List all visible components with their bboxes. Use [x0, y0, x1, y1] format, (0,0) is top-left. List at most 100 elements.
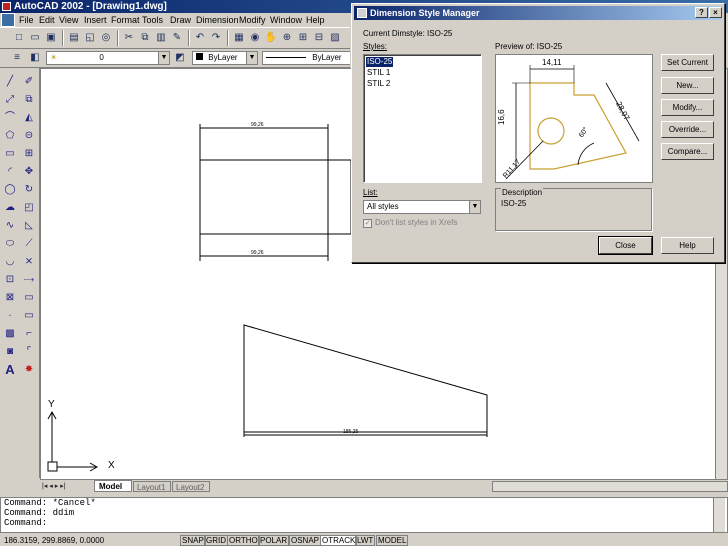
layer-select[interactable]: ☀ 0 ▼	[46, 51, 170, 65]
layer-manager-icon[interactable]: ≡	[10, 51, 24, 65]
command-prompt[interactable]: Command:	[4, 518, 727, 528]
chevron-down-icon[interactable]: ▼	[158, 52, 169, 64]
chevron-down-icon[interactable]: ▼	[246, 52, 257, 64]
revision-cloud-icon[interactable]: ☁	[2, 200, 18, 216]
polygon-icon[interactable]: ⬠	[2, 128, 18, 144]
hatch-icon[interactable]: ▩	[2, 326, 18, 342]
circle-icon[interactable]: ◯	[2, 182, 18, 198]
mirror-icon[interactable]: ◭	[21, 110, 37, 126]
zoom-realtime-icon[interactable]: ⊕	[280, 31, 294, 45]
open-file-icon[interactable]: ▭	[28, 31, 42, 45]
command-scrollbar[interactable]	[713, 498, 725, 532]
ellipse-icon[interactable]: ⬭	[2, 236, 18, 252]
zoom-window-icon[interactable]: ⊞	[296, 31, 310, 45]
cut-icon[interactable]: ✂	[122, 31, 136, 45]
override-button[interactable]: Override...	[661, 121, 714, 138]
chevron-down-icon[interactable]: ▼	[469, 201, 480, 213]
grid-toggle[interactable]: GRID	[204, 535, 228, 546]
array-icon[interactable]: ⊞	[21, 146, 37, 162]
chamfer-icon[interactable]: ⌐	[21, 326, 37, 342]
menu-edit[interactable]: Edit	[39, 13, 55, 27]
polyline-icon[interactable]: ⌒	[2, 110, 18, 126]
polar-toggle[interactable]: POLAR	[258, 535, 290, 546]
rectangle-icon[interactable]: ▭	[2, 146, 18, 162]
menu-draw[interactable]: Draw	[170, 13, 191, 27]
line-icon[interactable]: ╱	[2, 74, 18, 90]
zoom-previous-icon[interactable]: ⊟	[312, 31, 326, 45]
menu-format[interactable]: Format	[111, 13, 140, 27]
list-filter-select[interactable]: All styles ▼	[363, 200, 481, 214]
extend-icon[interactable]: ⤏	[21, 272, 37, 288]
menu-view[interactable]: View	[59, 13, 78, 27]
insert-block-icon[interactable]: ⊡	[2, 272, 18, 288]
xref-checkbox[interactable]: ✓	[363, 219, 372, 228]
copy-icon[interactable]: ⧉	[138, 31, 152, 45]
ortho-toggle[interactable]: ORTHO	[227, 535, 260, 546]
horizontal-scrollbar[interactable]	[492, 481, 728, 492]
set-current-button[interactable]: Set Current	[661, 54, 714, 71]
design-center-icon[interactable]: ▦	[232, 31, 246, 45]
list-item[interactable]: STIL 2	[366, 79, 391, 89]
layers-icon[interactable]: ◧	[28, 51, 42, 65]
copy-object-icon[interactable]: ⧉	[21, 92, 37, 108]
help-button[interactable]: Help	[661, 237, 714, 254]
lengthen-icon[interactable]: ⟋	[21, 236, 37, 252]
close-button[interactable]: Close	[598, 236, 653, 255]
menu-file[interactable]: File	[19, 13, 34, 27]
break-at-point-icon[interactable]: ▭	[21, 308, 37, 324]
ellipse-arc-icon[interactable]: ◡	[2, 254, 18, 270]
trim-icon[interactable]: ⨯	[21, 254, 37, 270]
find-icon[interactable]: ◎	[99, 31, 113, 45]
make-current-layer-icon[interactable]: ◩	[173, 51, 187, 65]
model-toggle[interactable]: MODEL	[376, 535, 409, 546]
snap-toggle[interactable]: SNAP	[180, 535, 206, 546]
color-select[interactable]: ByLayer ▼	[192, 51, 258, 65]
menu-tools[interactable]: Tools	[142, 13, 163, 27]
osnap-toggle[interactable]: OSNAP	[289, 535, 322, 546]
menu-help[interactable]: Help	[306, 13, 325, 27]
erase-icon[interactable]: ✐	[21, 74, 37, 90]
fillet-icon[interactable]: ⌜	[21, 344, 37, 360]
compare-button[interactable]: Compare...	[661, 143, 714, 160]
styles-list[interactable]: ISO-25 STIL 1 STIL 2	[363, 54, 482, 183]
break-icon[interactable]: ▭	[21, 290, 37, 306]
modify-button[interactable]: Modify...	[661, 99, 714, 116]
list-item[interactable]: STIL 1	[366, 68, 391, 78]
new-button[interactable]: New...	[661, 77, 714, 94]
list-item[interactable]: ISO-25	[366, 57, 394, 67]
spline-icon[interactable]: ∿	[2, 218, 18, 234]
tab-layout1[interactable]: Layout1	[133, 481, 171, 492]
close-icon[interactable]: ×	[709, 7, 722, 18]
save-icon[interactable]: ▣	[44, 31, 58, 45]
command-window[interactable]: Command: *Cancel* Command: ddim Command:	[0, 497, 728, 533]
menu-insert[interactable]: Insert	[84, 13, 107, 27]
new-file-icon[interactable]: □	[12, 31, 26, 45]
multiline-text-icon[interactable]: A	[2, 362, 18, 378]
scale-icon[interactable]: ◰	[21, 200, 37, 216]
tab-layout2[interactable]: Layout2	[172, 481, 210, 492]
explode-icon[interactable]: ✸	[21, 362, 37, 378]
print-preview-icon[interactable]: ◱	[83, 31, 97, 45]
make-block-icon[interactable]: ⊠	[2, 290, 18, 306]
menu-modify[interactable]: Modify	[239, 13, 266, 27]
redo-icon[interactable]: ↷	[209, 31, 223, 45]
match-properties-icon[interactable]: ✎	[170, 31, 184, 45]
rotate-icon[interactable]: ↻	[21, 182, 37, 198]
browser-icon[interactable]: ◉	[248, 31, 262, 45]
move-icon[interactable]: ✥	[21, 164, 37, 180]
offset-icon[interactable]: ⊝	[21, 128, 37, 144]
otrack-toggle[interactable]: OTRACK	[320, 535, 358, 546]
pan-icon[interactable]: ✋	[264, 31, 278, 45]
print-icon[interactable]: ▤	[67, 31, 81, 45]
tab-navigation-arrows[interactable]: |◂ ◂ ▸ ▸|	[42, 481, 86, 492]
menu-window[interactable]: Window	[270, 13, 302, 27]
arc-icon[interactable]: ◜	[2, 164, 18, 180]
lwt-toggle[interactable]: LWT	[355, 535, 376, 546]
properties-icon[interactable]: ▨	[328, 31, 342, 45]
menu-dimension[interactable]: Dimension	[196, 13, 239, 27]
stretch-icon[interactable]: ◺	[21, 218, 37, 234]
linetype-select[interactable]: ByLayer	[262, 51, 350, 65]
paste-icon[interactable]: ▥	[154, 31, 168, 45]
undo-icon[interactable]: ↶	[193, 31, 207, 45]
construction-line-icon[interactable]: ⤢	[2, 92, 18, 108]
